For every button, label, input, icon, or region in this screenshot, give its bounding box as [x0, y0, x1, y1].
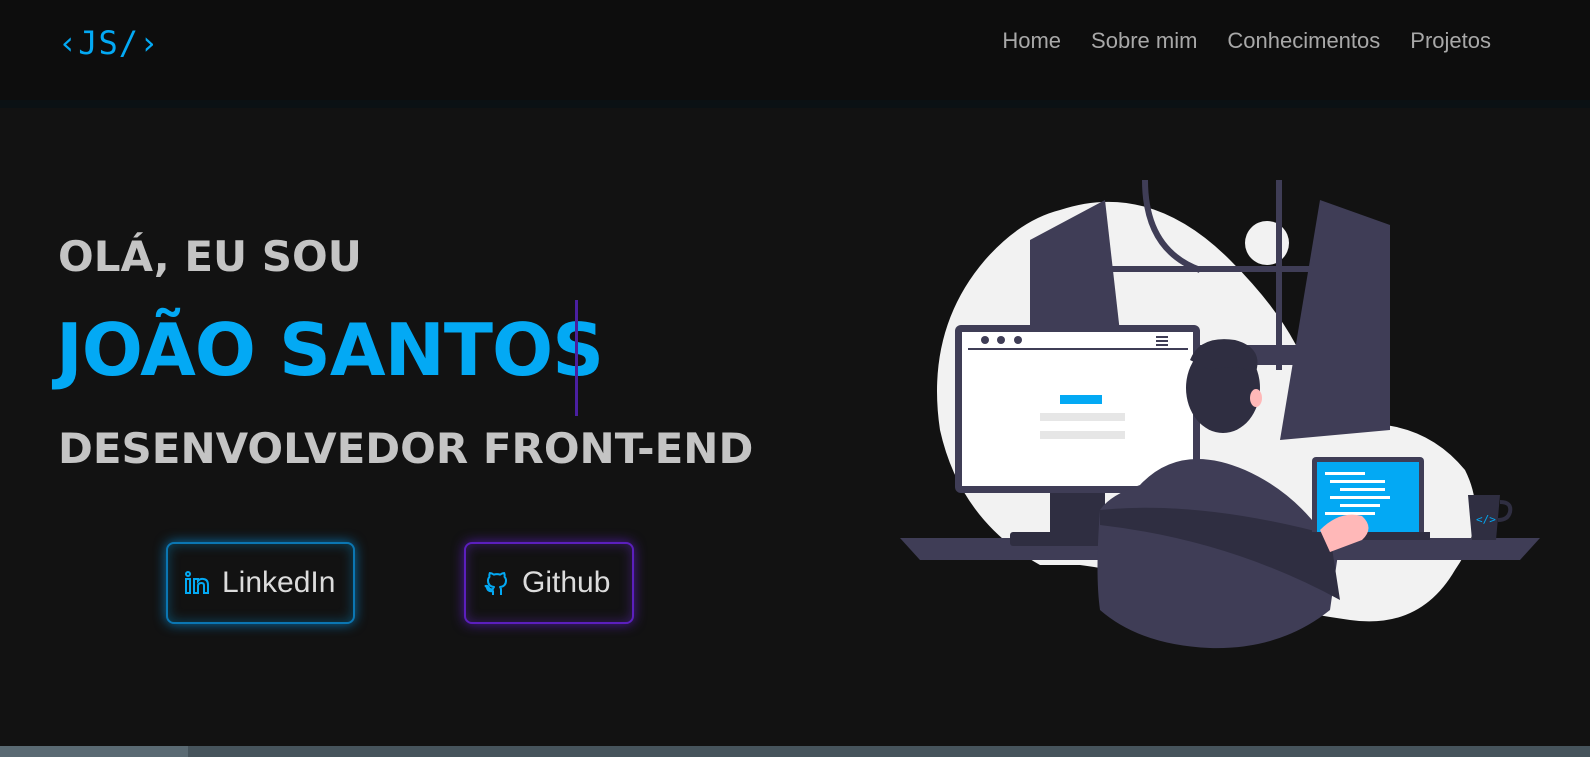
window-bar-vertical	[1276, 180, 1282, 370]
screen-button	[1060, 395, 1102, 404]
nav-conhecimentos[interactable]: Conhecimentos	[1227, 28, 1380, 54]
linkedin-icon	[184, 569, 212, 597]
main-nav: Home Sobre mim Conhecimentos Projetos	[1002, 28, 1491, 54]
site-logo[interactable]: ‹JS/›	[58, 24, 159, 62]
nav-home[interactable]: Home	[1002, 28, 1061, 54]
right-curtain	[1280, 200, 1390, 440]
linkedin-label: LinkedIn	[222, 566, 336, 599]
github-icon	[482, 568, 512, 598]
github-button[interactable]: Github	[464, 542, 634, 624]
developer-illustration: </>	[900, 180, 1540, 649]
linkedin-button[interactable]: LinkedIn	[166, 542, 355, 624]
hero-role: DESENVOLVEDOR FRONT-END	[58, 424, 754, 473]
hero-greeting: OLÁ, EU SOU	[58, 232, 362, 281]
nav-projetos[interactable]: Projetos	[1410, 28, 1491, 54]
monitor-stand	[1050, 490, 1105, 538]
monitor-screen	[962, 332, 1193, 486]
nav-sobre-mim[interactable]: Sobre mim	[1091, 28, 1197, 54]
person-ear	[1250, 389, 1262, 407]
github-label: Github	[522, 566, 611, 599]
code-icon: </>	[1476, 513, 1496, 526]
hero-name: JOÃO SANTOS	[56, 308, 604, 392]
typing-cursor	[575, 300, 578, 416]
window-bar-horizontal	[1110, 266, 1310, 272]
horizontal-scrollbar[interactable]	[0, 746, 1590, 757]
navbar: ‹JS/› Home Sobre mim Conhecimentos Proje…	[0, 0, 1590, 108]
moon-circle	[1245, 221, 1289, 265]
scrollbar-thumb[interactable]	[0, 746, 188, 757]
